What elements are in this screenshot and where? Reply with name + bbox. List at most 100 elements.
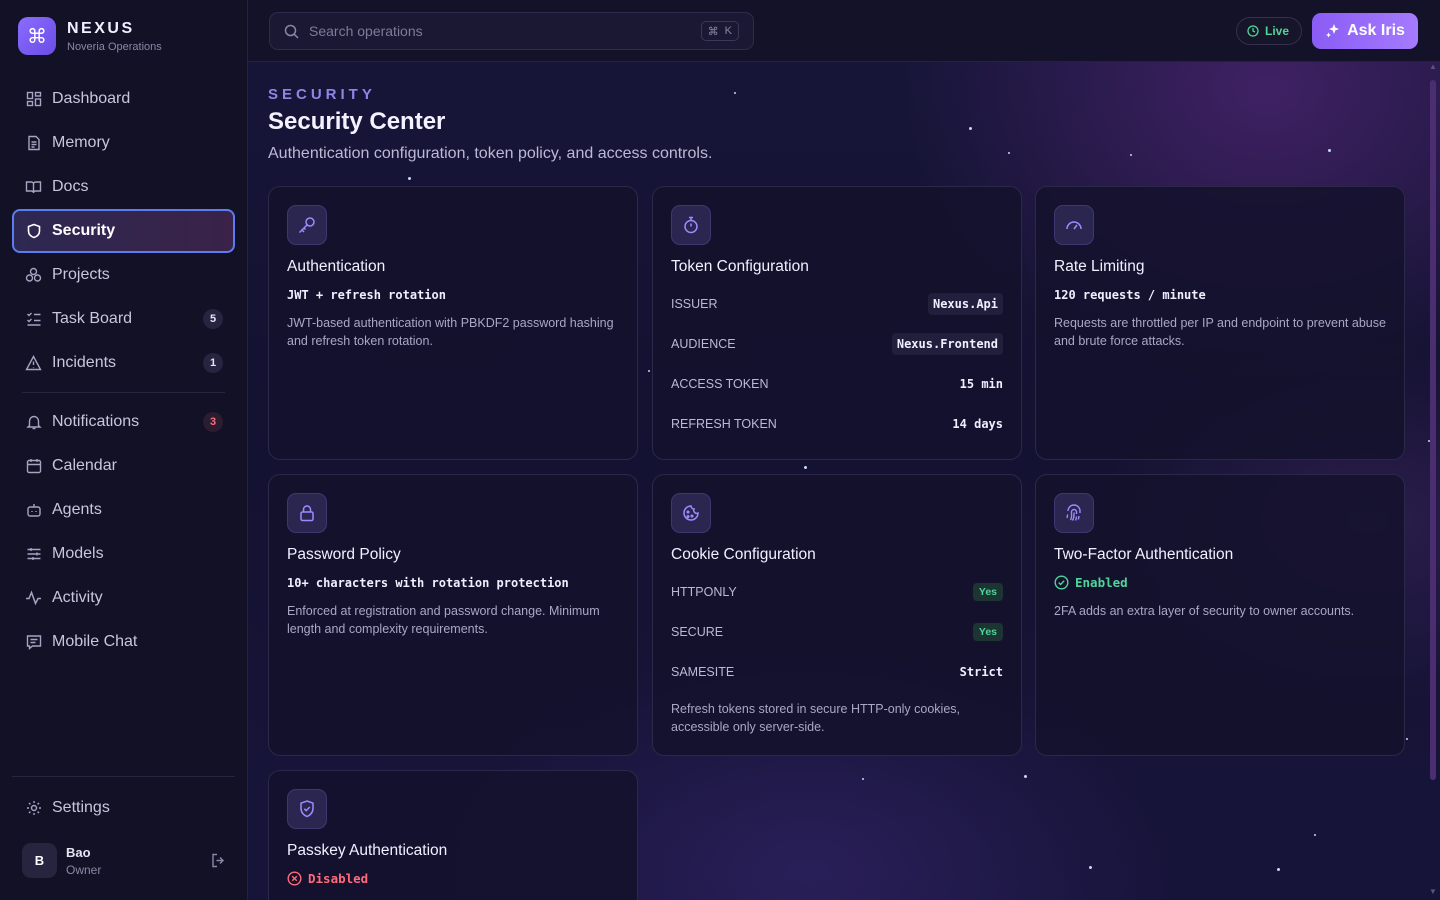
sidebar-item-label: Security bbox=[52, 222, 116, 239]
card-description: Requests are throttled per IP and endpoi… bbox=[1054, 316, 1386, 348]
password-policy-value: 10+ characters with rotation protection bbox=[287, 576, 569, 590]
main-area: ⌘ K Live Ask Iris SECURITY Security Cent… bbox=[248, 0, 1440, 900]
row-key: SameSite bbox=[671, 665, 735, 679]
user-role: Owner bbox=[66, 862, 102, 877]
top-bar: ⌘ K Live Ask Iris bbox=[248, 0, 1440, 62]
row-value: 14 days bbox=[952, 417, 1003, 431]
password-policy-card[interactable]: Password Policy 10+ characters with rota… bbox=[268, 474, 638, 756]
sidebar-item-docs[interactable]: Docs bbox=[12, 165, 235, 209]
page-subtitle: Authentication configuration, token poli… bbox=[268, 145, 713, 162]
search-bar[interactable]: ⌘ K bbox=[269, 12, 754, 50]
sidebar-item-dashboard[interactable]: Dashboard bbox=[12, 77, 235, 121]
sidebar-item-security[interactable]: Security bbox=[12, 209, 235, 253]
sidebar-item-mobile-chat[interactable]: Mobile Chat bbox=[12, 620, 235, 664]
sidebar-item-task-board[interactable]: Task Board 5 bbox=[12, 297, 235, 341]
card-description: JWT-based authentication with PBKDF2 pas… bbox=[287, 316, 614, 348]
chat-icon bbox=[25, 634, 42, 651]
sparkle-icon bbox=[1325, 23, 1341, 39]
shield-check-icon bbox=[287, 789, 327, 829]
sidebar-item-label: Settings bbox=[52, 799, 110, 816]
card-title: Rate Limiting bbox=[1054, 258, 1145, 275]
gear-icon bbox=[25, 800, 42, 817]
sidebar-item-label: Agents bbox=[52, 501, 102, 518]
token-row-issuer: Issuer Nexus.Api bbox=[671, 284, 1003, 324]
sidebar-divider bbox=[12, 776, 235, 777]
token-row-audience: Audience Nexus.Frontend bbox=[671, 324, 1003, 364]
sliders-icon bbox=[25, 546, 42, 563]
brand-name: NEXUS bbox=[67, 19, 135, 37]
yes-badge: Yes bbox=[972, 583, 1003, 601]
live-label: Live bbox=[1265, 24, 1290, 38]
row-key: Refresh Token bbox=[671, 417, 777, 431]
authentication-card[interactable]: Authentication JWT + refresh rotation JW… bbox=[268, 186, 638, 460]
sidebar-item-label: Activity bbox=[52, 589, 103, 606]
sidebar-item-notifications[interactable]: Notifications 3 bbox=[12, 400, 235, 444]
sidebar-item-label: Models bbox=[52, 545, 104, 562]
token-configuration-card[interactable]: Token Configuration Issuer Nexus.Api Aud… bbox=[652, 186, 1022, 460]
task-count-badge: 5 bbox=[203, 309, 223, 329]
cookie-icon bbox=[671, 493, 711, 533]
status-label: Disabled bbox=[308, 871, 369, 886]
rate-limiting-card[interactable]: Rate Limiting 120 requests / minute Requ… bbox=[1035, 186, 1405, 460]
rate-limit-value: 120 requests / minute bbox=[1054, 288, 1206, 302]
dashboard-icon bbox=[25, 91, 42, 108]
row-key: HttpOnly bbox=[671, 585, 737, 599]
scroll-up-icon[interactable]: ▲ bbox=[1429, 62, 1437, 71]
search-input[interactable] bbox=[309, 23, 669, 39]
row-value: Nexus.Api bbox=[927, 293, 1003, 315]
row-key: Access Token bbox=[671, 377, 769, 391]
command-key: ⌘ bbox=[707, 25, 719, 38]
sidebar-item-label: Mobile Chat bbox=[52, 633, 138, 650]
gauge-icon bbox=[1054, 205, 1094, 245]
card-title: Password Policy bbox=[287, 546, 401, 563]
shortcut-key: K bbox=[724, 25, 732, 37]
user-profile[interactable]: B Bao Owner bbox=[22, 843, 226, 878]
logout-icon[interactable] bbox=[211, 853, 226, 873]
sidebar-nav: Dashboard Memory Docs Security Projects bbox=[12, 77, 235, 664]
notification-count-badge: 3 bbox=[203, 412, 223, 432]
sidebar-item-label: Incidents bbox=[52, 354, 117, 371]
row-value: Strict bbox=[959, 665, 1003, 679]
token-row-refresh-token: Refresh Token 14 days bbox=[671, 404, 1003, 444]
sidebar-item-settings[interactable]: Settings bbox=[12, 786, 235, 830]
sidebar-item-memory[interactable]: Memory bbox=[12, 121, 235, 165]
two-factor-card[interactable]: Two-Factor Authentication Enabled 2FA ad… bbox=[1035, 474, 1405, 756]
sidebar-item-label: Task Board bbox=[52, 310, 133, 327]
scroll-down-icon[interactable]: ▼ bbox=[1429, 887, 1437, 896]
cookie-configuration-card[interactable]: Cookie Configuration HttpOnly Yes Secure… bbox=[652, 474, 1022, 756]
sidebar-item-calendar[interactable]: Calendar bbox=[12, 444, 235, 488]
card-title: Passkey Authentication bbox=[287, 842, 448, 859]
sidebar-item-agents[interactable]: Agents bbox=[12, 488, 235, 532]
card-description: Enforced at registration and password ch… bbox=[287, 604, 600, 636]
auth-method-value: JWT + refresh rotation bbox=[287, 288, 446, 302]
fingerprint-icon bbox=[1054, 493, 1094, 533]
two-factor-status: Enabled bbox=[1054, 575, 1386, 590]
passkey-card[interactable]: Passkey Authentication Disabled bbox=[268, 770, 638, 900]
live-status-badge[interactable]: Live bbox=[1236, 17, 1303, 45]
card-title: Authentication bbox=[287, 258, 386, 275]
brand[interactable]: ⌘ NEXUS Noveria Operations bbox=[18, 17, 162, 55]
card-title: Two-Factor Authentication bbox=[1054, 546, 1234, 563]
ask-iris-button[interactable]: Ask Iris bbox=[1312, 13, 1418, 49]
page-title: Security Center bbox=[268, 108, 446, 135]
card-title: Cookie Configuration bbox=[671, 546, 816, 563]
sidebar: ⌘ NEXUS Noveria Operations Dashboard Mem… bbox=[0, 0, 248, 900]
checklist-icon bbox=[25, 311, 42, 328]
cookie-row-secure: Secure Yes bbox=[671, 612, 1003, 652]
row-key: Audience bbox=[671, 337, 736, 351]
projects-icon bbox=[25, 267, 42, 284]
row-value: Nexus.Frontend bbox=[891, 333, 1003, 355]
passkey-status: Disabled bbox=[287, 871, 619, 886]
sidebar-item-models[interactable]: Models bbox=[12, 532, 235, 576]
sidebar-item-label: Docs bbox=[52, 178, 89, 195]
sidebar-item-label: Memory bbox=[52, 134, 110, 151]
sidebar-item-label: Calendar bbox=[52, 457, 117, 474]
sidebar-item-incidents[interactable]: Incidents 1 bbox=[12, 341, 235, 385]
sidebar-item-activity[interactable]: Activity bbox=[12, 576, 235, 620]
sidebar-item-projects[interactable]: Projects bbox=[12, 253, 235, 297]
sidebar-item-label: Projects bbox=[52, 266, 110, 283]
scroll-thumb[interactable] bbox=[1430, 80, 1436, 780]
scrollbar[interactable]: ▲ ▼ bbox=[1429, 62, 1437, 896]
search-icon bbox=[284, 24, 299, 39]
command-icon: ⌘ bbox=[18, 17, 56, 55]
